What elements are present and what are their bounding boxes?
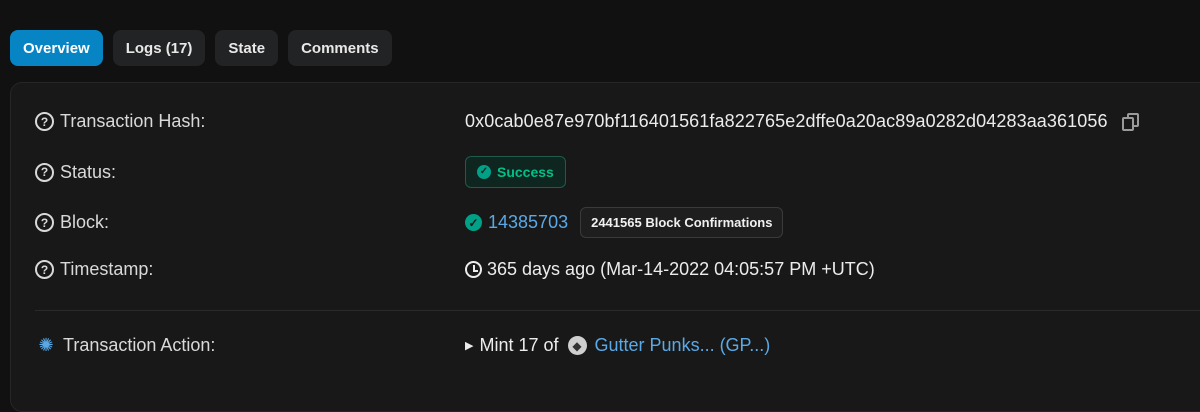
transaction-action-label-group: ✺ Transaction Action: <box>35 335 465 356</box>
transaction-action-label: Transaction Action: <box>63 335 216 355</box>
tab-overview[interactable]: Overview <box>10 30 103 66</box>
status-label-group: ? Status: <box>35 162 465 183</box>
row-transaction-action: ✺ Transaction Action: ▶ Mint 17 of ◆ Gut… <box>35 335 1179 356</box>
block-confirmations-badge: 2441565 Block Confirmations <box>580 207 784 238</box>
block-number-link[interactable]: 14385703 <box>488 212 568 233</box>
status-badge: ✓ Success <box>465 156 566 188</box>
ethereum-icon: ◆ <box>567 336 587 355</box>
timestamp-label-group: ? Timestamp: <box>35 259 465 280</box>
transaction-hash-label-group: ? Transaction Hash: <box>35 111 465 132</box>
copy-icon[interactable] <box>1120 112 1140 132</box>
row-block: ? Block: ✓ 14385703 2441565 Block Confir… <box>35 207 1179 238</box>
check-circle-icon: ✓ <box>465 214 482 231</box>
tab-logs[interactable]: Logs (17) <box>112 30 206 66</box>
transaction-action-value-group: ▶ Mint 17 of ◆ Gutter Punks... (GP...) <box>465 335 770 356</box>
status-label: Status: <box>60 161 117 182</box>
transaction-hash-value-group: 0x0cab0e87e970bf116401561fa822765e2dffe0… <box>465 111 1140 132</box>
section-divider <box>35 310 1200 311</box>
caret-right-icon[interactable]: ▶ <box>465 339 473 352</box>
block-value-group: ✓ 14385703 2441565 Block Confirmations <box>465 207 784 238</box>
block-label-group: ? Block: <box>35 212 465 233</box>
clock-icon <box>465 261 482 278</box>
status-badge-text: Success <box>497 164 554 180</box>
row-status: ? Status: ✓ Success <box>35 156 1179 188</box>
tab-bar: Overview Logs (17) State Comments <box>10 30 392 66</box>
question-circle-icon[interactable]: ? <box>35 213 54 232</box>
question-circle-icon[interactable]: ? <box>35 162 54 182</box>
transaction-hash-label: Transaction Hash: <box>60 111 206 131</box>
row-transaction-hash: ? Transaction Hash: 0x0cab0e87e970bf1164… <box>35 111 1179 132</box>
transaction-action-verb: Mint 17 of <box>479 335 559 355</box>
check-circle-icon: ✓ <box>477 165 491 179</box>
transaction-hash-value: 0x0cab0e87e970bf116401561fa822765e2dffe0… <box>465 111 1108 131</box>
timestamp-value: 365 days ago (Mar-14-2022 04:05:57 PM +U… <box>487 259 875 279</box>
timestamp-label: Timestamp: <box>60 259 154 279</box>
block-label: Block: <box>60 212 110 232</box>
question-circle-icon[interactable]: ? <box>35 260 54 279</box>
row-timestamp: ? Timestamp: 365 days ago (Mar-14-2022 0… <box>35 259 1179 280</box>
question-circle-icon[interactable]: ? <box>35 112 54 131</box>
tab-comments[interactable]: Comments <box>288 30 392 66</box>
lightbulb-icon: ✺ <box>38 335 54 355</box>
timestamp-value-group: 365 days ago (Mar-14-2022 04:05:57 PM +U… <box>465 259 875 280</box>
overview-card: ? Transaction Hash: 0x0cab0e87e970bf1164… <box>10 82 1200 412</box>
tab-state[interactable]: State <box>215 30 279 66</box>
token-link[interactable]: Gutter Punks... (GP...) <box>595 335 771 356</box>
status-value-group: ✓ Success <box>465 156 566 188</box>
